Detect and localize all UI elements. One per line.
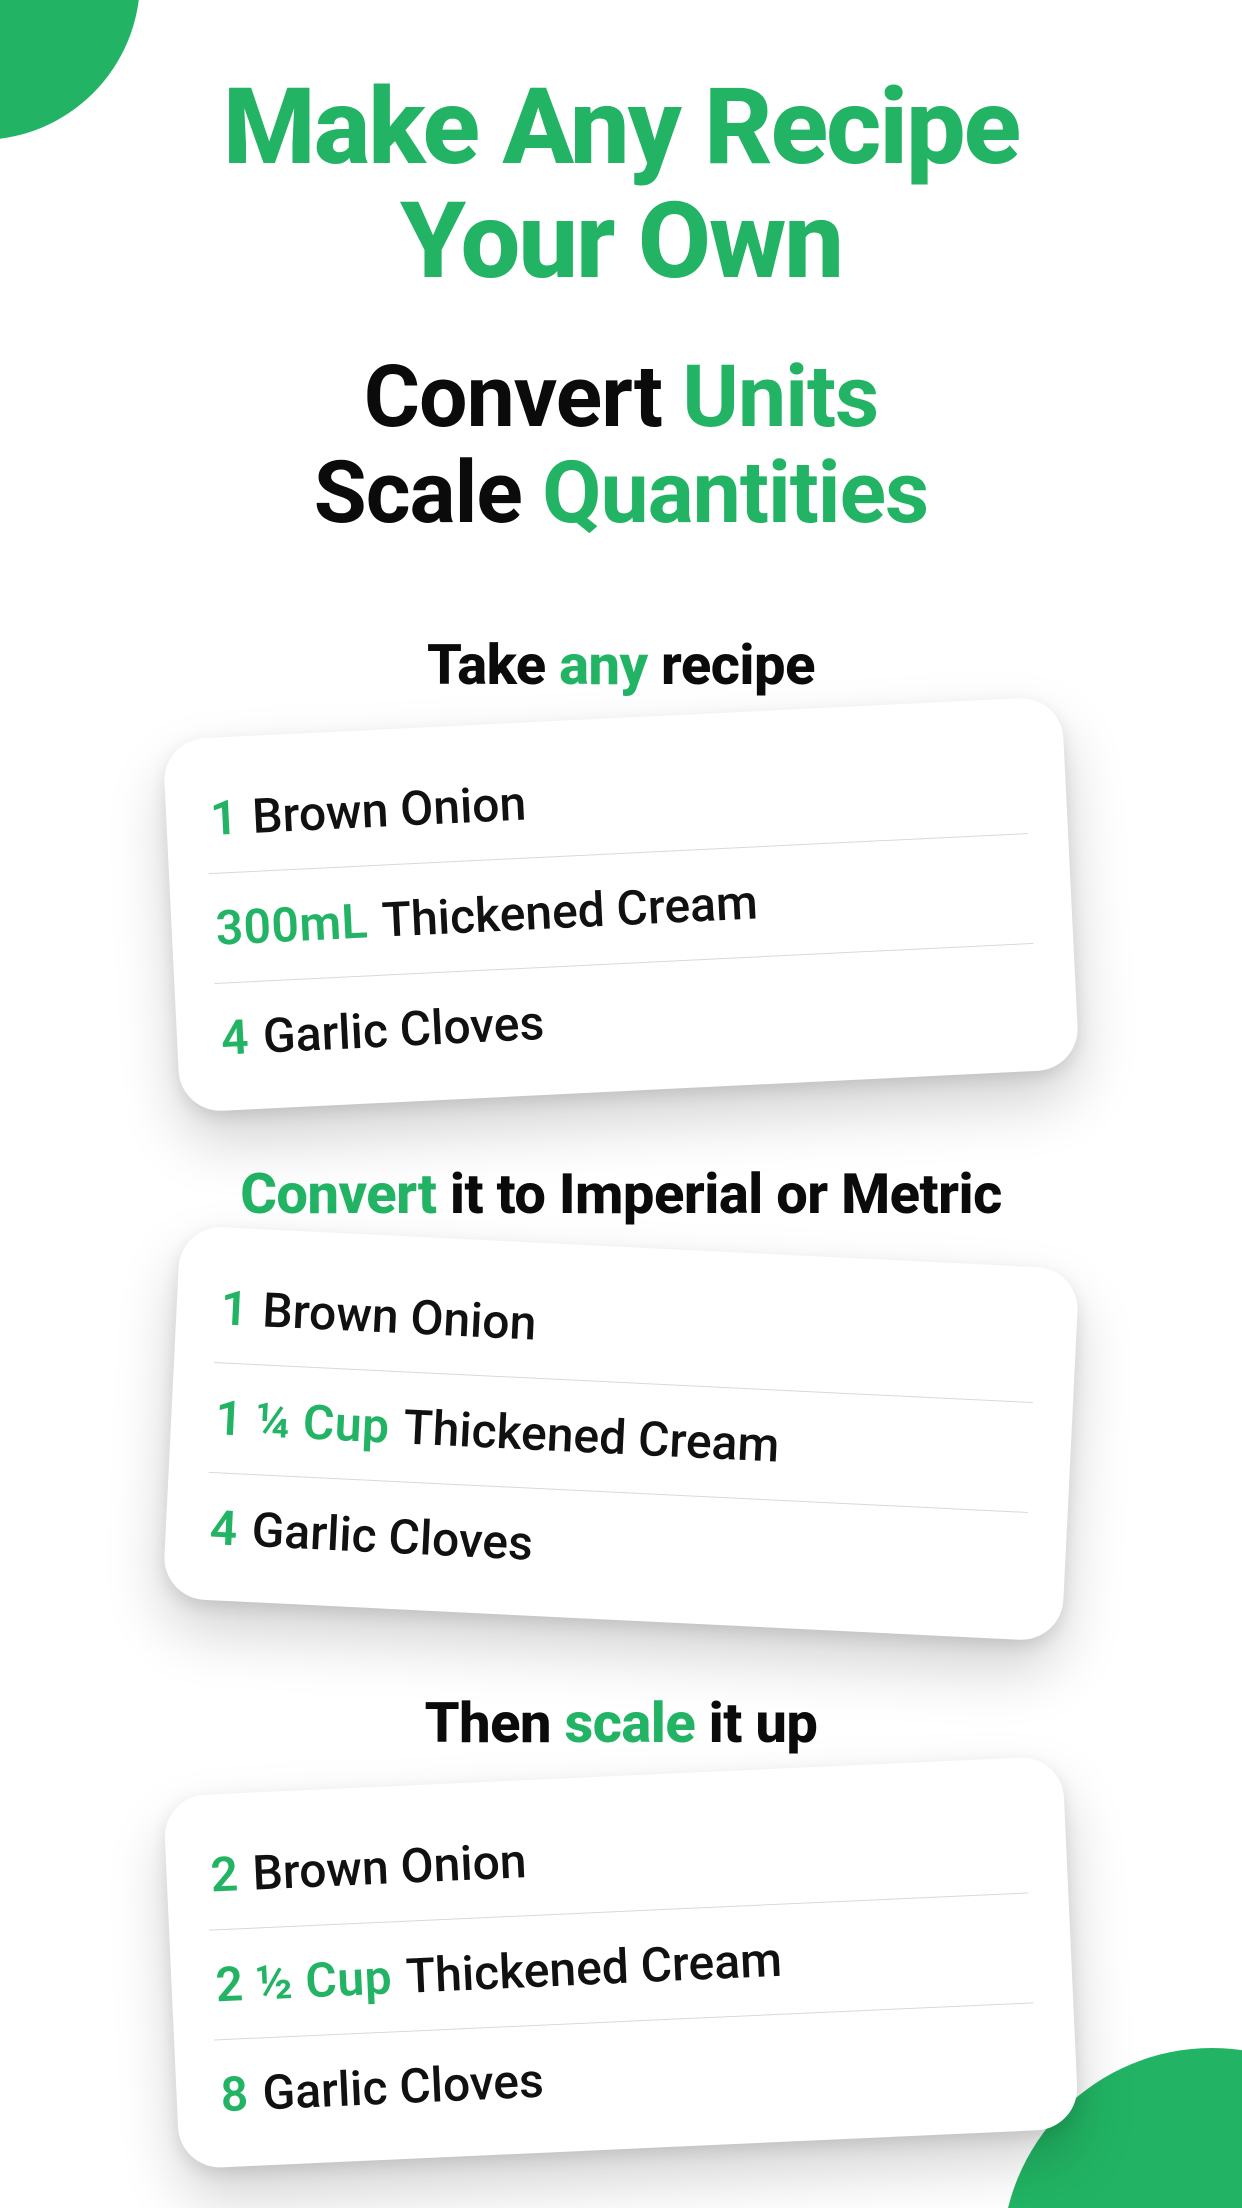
ingredient-quantity: 8 <box>219 2065 249 2123</box>
hero-title: Make Any Recipe Your Own <box>0 70 1242 299</box>
ingredient-name: Brown Onion <box>251 774 528 844</box>
step2-title-post: it to Imperial or Metric <box>436 1161 1001 1227</box>
recipe-card-converted: 1 Brown Onion 1 ¼ Cup Thickened Cream 4 … <box>162 1225 1079 1642</box>
hero-title-line-2: Your Own <box>400 179 842 303</box>
step1-title: Take any recipe <box>0 632 1242 698</box>
step3-title-pre: Then <box>425 1690 565 1756</box>
subheading-convert-label: Convert <box>364 346 683 447</box>
ingredient-name: Garlic Cloves <box>250 1501 534 1572</box>
ingredient-name: Garlic Cloves <box>262 994 546 1065</box>
step1-title-post: recipe <box>648 632 815 698</box>
ingredient-name: Thickened Cream <box>380 873 758 948</box>
ingredient-quantity: 1 <box>209 788 240 846</box>
ingredient-quantity: 4 <box>209 1499 240 1557</box>
ingredient-quantity: 4 <box>220 1008 251 1066</box>
ingredient-name: Garlic Cloves <box>261 2051 545 2121</box>
hero-title-line-1: Make Any Recipe <box>223 65 1019 189</box>
ingredient-name: Thickened Cream <box>405 1930 783 2004</box>
step2-title-highlight: Convert <box>240 1161 436 1227</box>
subheading: Convert Units Scale Quantities <box>0 349 1242 542</box>
ingredient-name: Thickened Cream <box>402 1398 780 1473</box>
promo-page: Make Any Recipe Your Own Convert Units S… <box>0 0 1242 2208</box>
step3-title: Then scale it up <box>0 1690 1242 1756</box>
step2-title: Convert it to Imperial or Metric <box>0 1161 1242 1227</box>
step1-title-pre: Take <box>427 632 559 698</box>
step1-title-highlight: any <box>559 632 647 698</box>
step3-title-post: it up <box>695 1690 817 1756</box>
ingredient-name: Brown Onion <box>251 1832 527 1901</box>
subheading-scale-label: Scale <box>314 442 542 543</box>
ingredient-quantity: 300mL <box>214 892 369 956</box>
ingredient-quantity: 1 <box>219 1279 250 1337</box>
subheading-quantities-highlight: Quantities <box>542 442 928 543</box>
recipe-card-scaled: 2 Brown Onion 2 ½ Cup Thickened Cream 8 … <box>163 1755 1079 2168</box>
ingredient-name: Brown Onion <box>261 1281 538 1351</box>
ingredient-quantity: 1 ¼ Cup <box>214 1389 391 1454</box>
ingredient-quantity: 2 <box>209 1845 239 1903</box>
recipe-card-original: 1 Brown Onion 300mL Thickened Cream 4 Ga… <box>162 696 1079 1113</box>
step3-title-highlight: scale <box>564 1690 695 1756</box>
ingredient-quantity: 2 ½ Cup <box>214 1948 393 2013</box>
subheading-units-highlight: Units <box>682 346 878 447</box>
